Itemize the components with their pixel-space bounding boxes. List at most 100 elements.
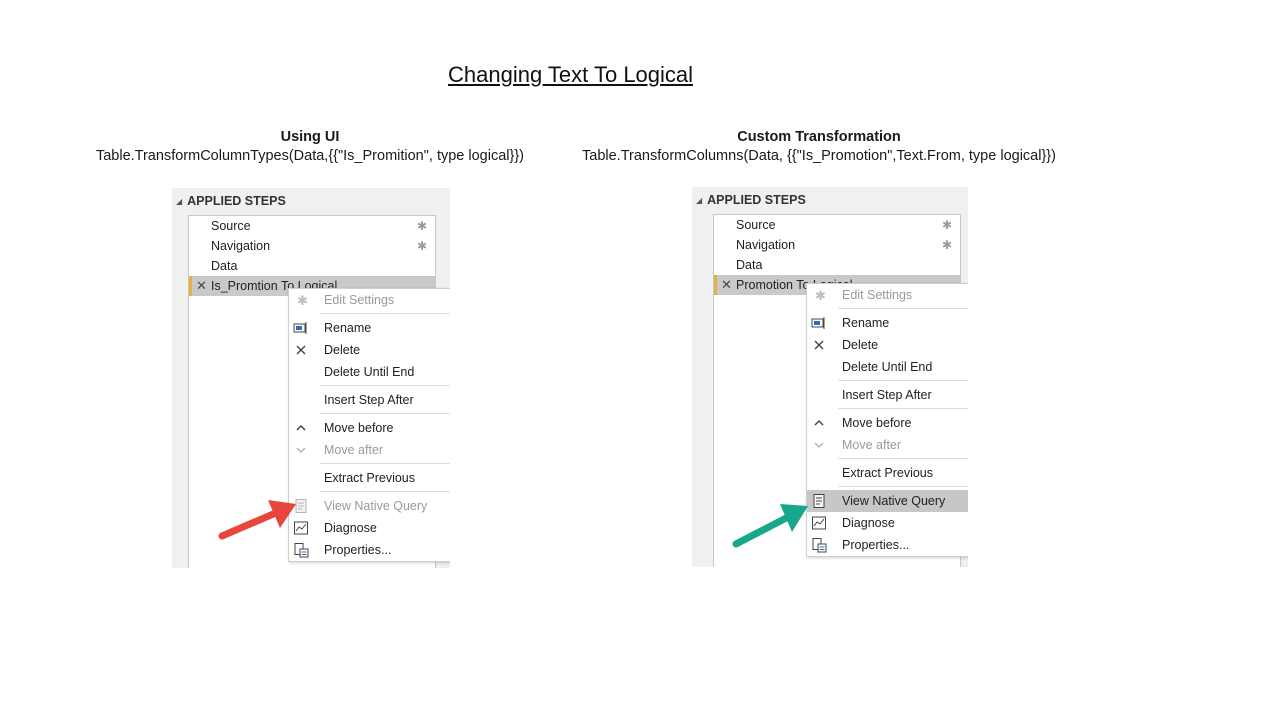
menu-label: View Native Query xyxy=(842,494,946,508)
menu-label: Insert Step After xyxy=(324,393,414,407)
step-source[interactable]: Source ✱ xyxy=(189,216,435,236)
menu-delete[interactable]: Delete xyxy=(807,334,968,356)
left-context-menu: ✱ Edit Settings Rename Delete Delete Unt… xyxy=(288,288,450,562)
menu-label: Move after xyxy=(324,443,384,457)
menu-divider xyxy=(838,458,968,459)
step-label: Data xyxy=(211,259,238,273)
menu-delete-until-end[interactable]: Delete Until End xyxy=(289,361,450,383)
step-data[interactable]: Data xyxy=(714,255,960,275)
chevron-down-icon xyxy=(814,442,824,449)
menu-divider xyxy=(838,408,968,409)
menu-label: Extract Previous xyxy=(324,471,416,485)
right-heading: Custom Transformation xyxy=(737,129,901,145)
step-navigation[interactable]: Navigation ✱ xyxy=(189,236,435,256)
svg-text:✱: ✱ xyxy=(815,288,826,303)
menu-label: Diagnose xyxy=(324,521,377,535)
green-arrow-icon xyxy=(732,504,808,548)
menu-rename[interactable]: Rename xyxy=(289,317,450,339)
step-navigation[interactable]: Navigation ✱ xyxy=(714,235,960,255)
menu-view-native-query[interactable]: View Native Query xyxy=(289,495,450,517)
menu-label: Properties... xyxy=(324,543,392,557)
native-query-icon xyxy=(813,494,825,508)
menu-diagnose[interactable]: Diagnose xyxy=(289,517,450,539)
menu-divider xyxy=(320,313,450,314)
menu-delete[interactable]: Delete xyxy=(289,339,450,361)
step-label: Navigation xyxy=(736,238,796,252)
menu-properties[interactable]: Properties... xyxy=(807,534,968,556)
left-panel-title: APPLIED STEPS xyxy=(187,194,286,208)
rename-icon xyxy=(811,317,825,329)
menu-insert-step-after[interactable]: Insert Step After xyxy=(807,384,968,406)
delete-step-icon[interactable]: ✕ xyxy=(721,275,732,295)
menu-properties[interactable]: Properties... xyxy=(289,539,450,561)
menu-extract-previous[interactable]: Extract Previous xyxy=(807,462,968,484)
menu-divider xyxy=(320,385,450,386)
gear-icon[interactable]: ✱ xyxy=(942,215,952,235)
menu-label: Extract Previous xyxy=(842,466,934,480)
slide-title: Changing Text To Logical xyxy=(448,62,694,87)
menu-insert-step-after[interactable]: Insert Step After xyxy=(289,389,450,411)
left-heading: Using UI xyxy=(280,129,340,145)
step-label: Source xyxy=(736,218,776,232)
menu-label: View Native Query xyxy=(324,499,428,513)
menu-edit-settings[interactable]: ✱ Edit Settings xyxy=(289,289,450,311)
right-context-menu: ✱ Edit Settings Rename Delete Delete Unt… xyxy=(806,283,968,557)
menu-label: Rename xyxy=(324,321,372,335)
step-label: Source xyxy=(211,219,251,233)
menu-label: Insert Step After xyxy=(842,388,932,402)
menu-label: Delete Until End xyxy=(842,360,933,374)
menu-diagnose[interactable]: Diagnose xyxy=(807,512,968,534)
menu-label: Delete Until End xyxy=(324,365,415,379)
delete-x-icon xyxy=(814,340,824,350)
delete-step-icon[interactable]: ✕ xyxy=(196,276,207,296)
menu-label: Move after xyxy=(842,438,902,452)
menu-label: Edit Settings xyxy=(324,293,395,307)
menu-delete-until-end[interactable]: Delete Until End xyxy=(807,356,968,378)
step-source[interactable]: Source ✱ xyxy=(714,215,960,235)
gear-icon: ✱ xyxy=(815,288,826,303)
chevron-up-icon xyxy=(296,424,306,431)
menu-label: Rename xyxy=(842,316,890,330)
menu-label: Delete xyxy=(842,338,879,352)
step-data[interactable]: Data xyxy=(189,256,435,276)
menu-divider xyxy=(320,463,450,464)
red-arrow-icon xyxy=(218,500,296,540)
menu-label: Diagnose xyxy=(842,516,895,530)
left-panel-header[interactable]: ◢ APPLIED STEPS xyxy=(172,193,286,209)
gear-icon: ✱ xyxy=(297,293,308,308)
right-code: Table.TransformColumns(Data, {{"Is_Promo… xyxy=(582,148,1056,164)
right-heading-block: Custom Transformation Table.TransformCol… xyxy=(570,128,1068,166)
chevron-down-icon xyxy=(296,447,306,454)
menu-label: Properties... xyxy=(842,538,910,552)
left-heading-block: Using UI Table.TransformColumnTypes(Data… xyxy=(80,128,540,166)
menu-divider xyxy=(838,380,968,381)
step-label: Data xyxy=(736,258,763,272)
collapse-triangle-icon[interactable]: ◢ xyxy=(696,196,702,205)
properties-icon xyxy=(812,538,827,553)
gear-icon[interactable]: ✱ xyxy=(417,236,427,256)
gear-icon[interactable]: ✱ xyxy=(942,235,952,255)
menu-divider xyxy=(320,413,450,414)
menu-divider xyxy=(320,491,450,492)
menu-move-after[interactable]: Move after xyxy=(289,439,450,461)
menu-move-before[interactable]: Move before xyxy=(807,412,968,434)
menu-label: Move before xyxy=(324,421,394,435)
menu-move-before[interactable]: Move before xyxy=(289,417,450,439)
gear-icon[interactable]: ✱ xyxy=(417,216,427,236)
diagnose-icon xyxy=(812,516,826,530)
rename-icon xyxy=(293,322,307,334)
left-code: Table.TransformColumnTypes(Data,{{"Is_Pr… xyxy=(95,148,525,164)
menu-view-native-query[interactable]: View Native Query xyxy=(807,490,968,512)
menu-extract-previous[interactable]: Extract Previous xyxy=(289,467,450,489)
menu-divider xyxy=(838,486,968,487)
menu-label: Move before xyxy=(842,416,912,430)
menu-label: Delete xyxy=(324,343,361,357)
menu-rename[interactable]: Rename xyxy=(807,312,968,334)
collapse-triangle-icon[interactable]: ◢ xyxy=(176,197,182,206)
menu-divider xyxy=(838,308,968,309)
menu-edit-settings[interactable]: ✱ Edit Settings xyxy=(807,284,968,306)
delete-x-icon xyxy=(296,345,306,355)
menu-move-after[interactable]: Move after xyxy=(807,434,968,456)
chevron-up-icon xyxy=(814,419,824,426)
right-panel-header[interactable]: ◢ APPLIED STEPS xyxy=(692,192,806,208)
